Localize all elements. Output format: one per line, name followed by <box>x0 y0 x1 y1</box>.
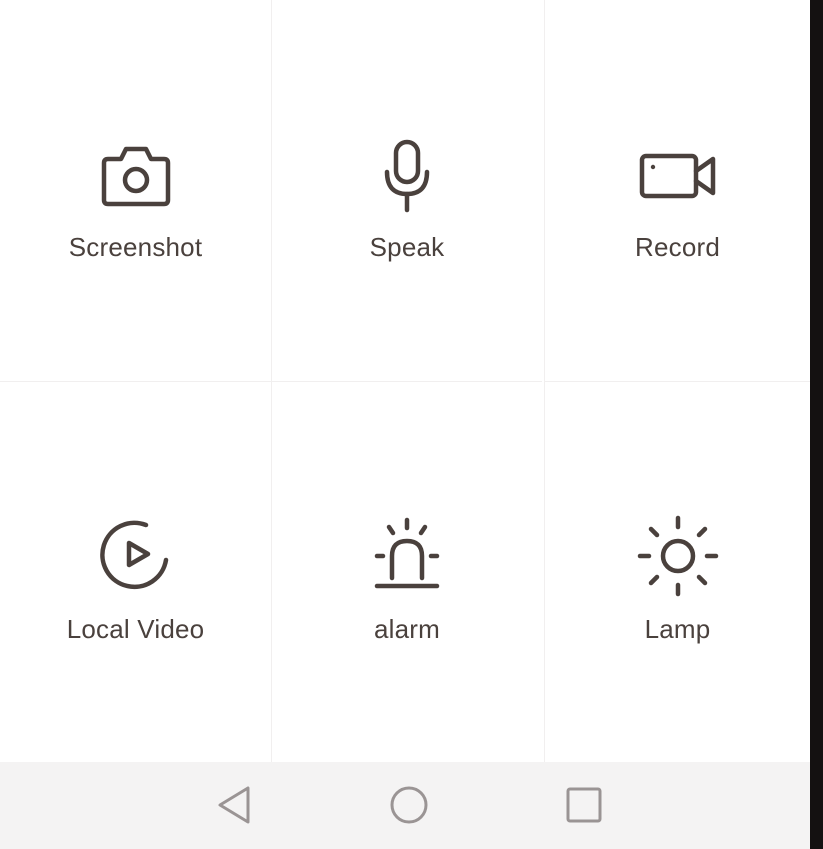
back-triangle-icon <box>218 786 250 824</box>
device-bezel-edge <box>810 0 823 849</box>
lamp-label: Lamp <box>644 614 711 644</box>
home-circle-icon <box>390 786 428 824</box>
speak-label: Speak <box>369 232 445 262</box>
record-button[interactable]: Record <box>544 0 810 382</box>
speak-button[interactable]: Speak <box>271 0 542 382</box>
recent-apps-square-icon <box>566 787 602 823</box>
play-circle-icon <box>94 514 178 598</box>
record-label: Record <box>634 232 720 262</box>
sun-icon <box>636 514 720 598</box>
local-video-button[interactable]: Local Video <box>0 382 271 762</box>
alarm-label: alarm <box>373 614 440 644</box>
screenshot-button[interactable]: Screenshot <box>0 0 271 382</box>
control-grid: Screenshot Speak Record Local Video alar… <box>0 0 810 762</box>
camera-icon <box>94 134 178 218</box>
recent-apps-button[interactable] <box>561 782 607 828</box>
microphone-icon <box>365 134 449 218</box>
local-video-label: Local Video <box>66 614 205 644</box>
home-button[interactable] <box>386 782 432 828</box>
back-button[interactable] <box>212 782 258 828</box>
system-navigation-bar <box>0 762 810 849</box>
lamp-button[interactable]: Lamp <box>544 382 810 762</box>
alarm-button[interactable]: alarm <box>271 382 542 762</box>
screenshot-label: Screenshot <box>68 232 203 262</box>
siren-icon <box>365 514 449 598</box>
video-camera-icon <box>636 134 720 218</box>
app-screen: Screenshot Speak Record Local Video alar… <box>0 0 810 849</box>
